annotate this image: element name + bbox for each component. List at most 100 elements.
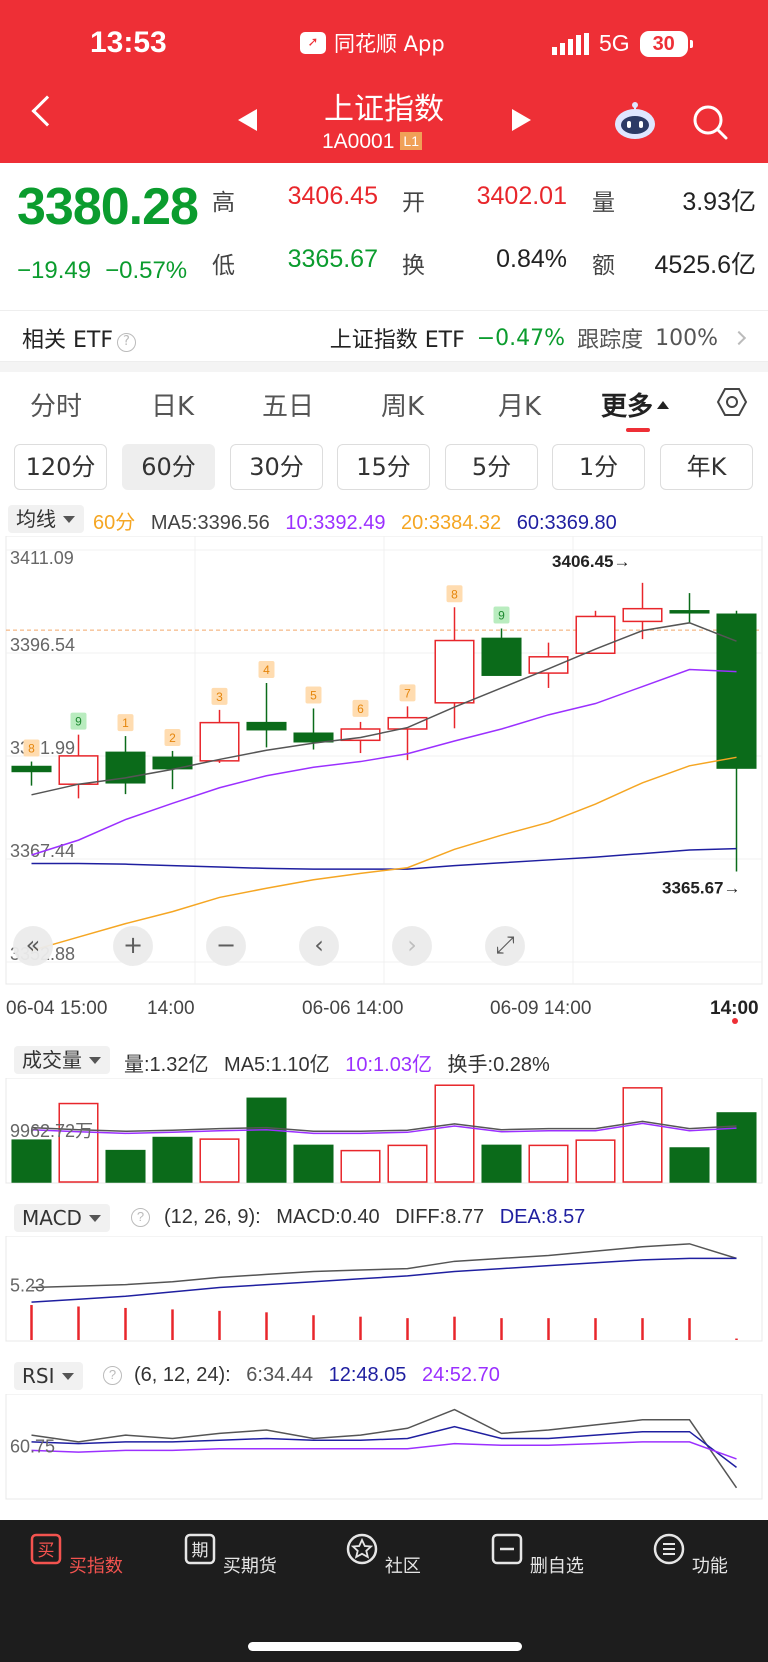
signal-icon (552, 32, 589, 55)
low-marker: 3365.67→ (662, 878, 740, 897)
period-1min-button[interactable]: 1分 (552, 444, 645, 490)
fullscreen-icon[interactable]: ⤢ (485, 926, 525, 966)
rsi12-value: 12:48.05 (328, 1364, 407, 1386)
rewind-icon[interactable]: « (13, 926, 53, 966)
period-5min-button[interactable]: 5分 (445, 444, 538, 490)
low-value: 3365.67 (287, 245, 378, 273)
rsi24-line (31, 1441, 737, 1460)
tab-more-label: 更多 (601, 392, 654, 422)
top-header: 13:53 ➚ 同花顺 App 5G 30 上证指数 1A0001 L1 (0, 0, 768, 163)
nav-buy-futures[interactable]: 期 买期货 (180, 1532, 280, 1578)
zoom-in-icon[interactable]: + (113, 926, 153, 966)
rsi-dropdown[interactable]: RSI (14, 1362, 83, 1390)
etf-summary[interactable]: 上证指数 ETF −0.47% 跟踪度 100% (330, 322, 747, 354)
volume-values: 量:1.32亿 MA5:1.10亿 10:1.03亿 换手:0.28% (124, 1048, 560, 1077)
candlestick-chart[interactable]: 3411.093396.543381.993367.443352.8889123… (0, 536, 768, 992)
rsi6-value: 6:34.44 (246, 1364, 314, 1386)
candle-body (58, 755, 99, 785)
volume-header: 成交量 量:1.32亿 MA5:1.10亿 10:1.03亿 换手:0.28% (0, 1044, 768, 1078)
sequence-label: 9 (75, 715, 82, 729)
sequence-label: 4 (263, 663, 270, 677)
x-tick: 14:00 (710, 998, 759, 1019)
zoom-out-icon[interactable]: − (206, 926, 246, 966)
y-tick-label: 3411.09 (10, 548, 74, 568)
ma10-value: 10:3392.49 (285, 512, 386, 534)
x-tick: 14:00 (147, 998, 195, 1019)
period-30min-button[interactable]: 30分 (230, 444, 323, 490)
volume-value: 量:1.32亿 (124, 1054, 209, 1076)
macd-help-icon[interactable]: ? (131, 1208, 150, 1227)
period-120min-button[interactable]: 120分 (14, 444, 107, 490)
help-icon[interactable]: ? (117, 333, 136, 352)
nav-remove-watchlist[interactable]: 删自选 (487, 1532, 587, 1578)
indicator-dropdown[interactable]: 均线 (8, 505, 84, 533)
time-axis: 06-04 15:00 14:00 06-06 14:00 06-09 14:0… (0, 996, 768, 1026)
status-time: 13:53 (90, 26, 167, 59)
volume-axis-label: 9962.72万 (10, 1121, 93, 1141)
previous-stock-icon[interactable] (238, 109, 257, 131)
rsi-help-icon[interactable]: ? (103, 1366, 122, 1385)
battery-icon: 30 (639, 30, 693, 57)
tab-daily-k[interactable]: 日K (151, 386, 194, 423)
related-etf-title: 相关 ETF? (22, 322, 136, 354)
x-tick: 06-09 14:00 (490, 998, 592, 1019)
related-etf-bar[interactable]: 相关 ETF? 上证指数 ETF −0.47% 跟踪度 100% (0, 310, 768, 362)
macd-dea: DEA:8.57 (499, 1206, 586, 1228)
ma60-value: 60:3369.80 (516, 512, 617, 534)
section-divider (0, 362, 768, 372)
volume-bar (434, 1084, 475, 1183)
next-stock-icon[interactable] (512, 109, 531, 131)
high-value: 3406.45 (287, 182, 378, 210)
volume-dropdown[interactable]: 成交量 (14, 1046, 110, 1074)
nav-buy-index[interactable]: 买 买指数 (26, 1532, 126, 1578)
rsi24-value: 24:52.70 (422, 1364, 500, 1386)
volume-bar (199, 1138, 240, 1183)
period-yearly-k-button[interactable]: 年K (660, 444, 753, 490)
period-15min-button[interactable]: 15分 (337, 444, 430, 490)
quote-panel: 3380.28 −19.49 −0.57% 高 3406.45 低 3365.67… (0, 163, 768, 308)
x-tick: 06-06 14:00 (302, 998, 404, 1019)
status-app-name: 同花顺 App (334, 32, 445, 56)
open-label: 开 (402, 190, 425, 216)
search-icon[interactable] (692, 104, 728, 140)
robot-assistant-icon[interactable] (612, 100, 658, 142)
sequence-label: 8 (451, 587, 458, 601)
sequence-label: 3 (216, 690, 223, 704)
volume-ma10: 10:1.03亿 (345, 1054, 432, 1076)
svg-text:期: 期 (192, 1541, 209, 1561)
volume-bar (58, 1102, 99, 1183)
open-value: 3402.01 (476, 182, 567, 210)
tracking-value: 100% (655, 325, 718, 351)
tab-more[interactable]: 更多 (601, 386, 670, 423)
back-icon[interactable] (31, 95, 63, 127)
macd-dropdown[interactable]: MACD (14, 1204, 110, 1232)
volume-bar (528, 1144, 569, 1183)
status-app-indicator[interactable]: ➚ 同花顺 App (300, 28, 445, 58)
stock-code: 1A0001 L1 (322, 130, 422, 154)
scroll-left-icon[interactable]: ‹ (299, 926, 339, 966)
ma-period: 60分 (93, 512, 136, 534)
volume-bar (387, 1144, 428, 1183)
nav-functions[interactable]: 功能 (640, 1532, 740, 1578)
tab-monthly-k[interactable]: 月K (498, 386, 541, 423)
macd-chart: 5.23 (5, 1236, 763, 1342)
current-time-dot (732, 1018, 738, 1024)
sequence-label: 2 (169, 731, 176, 745)
volume-bar (622, 1087, 663, 1183)
tab-five-day[interactable]: 五日 (262, 386, 314, 423)
tab-intraday[interactable]: 分时 (30, 386, 82, 423)
nav-label: 社区 (384, 1556, 421, 1577)
period-60min-button[interactable]: 60分 (122, 444, 215, 490)
nav-community[interactable]: 社区 (333, 1532, 433, 1578)
candle-body (246, 721, 287, 731)
scroll-right-icon[interactable]: › (392, 926, 432, 966)
settings-hexagon-icon[interactable] (716, 386, 748, 418)
period-selector: 120分 60分 30分 15分 5分 1分 年K (0, 444, 768, 496)
active-tab-indicator (626, 428, 650, 432)
rsi-chart: 60.75 (5, 1394, 763, 1500)
volume-label: 量 (592, 190, 615, 216)
tab-weekly-k[interactable]: 周K (381, 386, 424, 423)
bottom-navigation: 买 买指数 期 买期货 社区 删自选 功能 (0, 1520, 768, 1662)
rsi-frame (5, 1394, 763, 1500)
caret-up-icon (657, 401, 670, 409)
